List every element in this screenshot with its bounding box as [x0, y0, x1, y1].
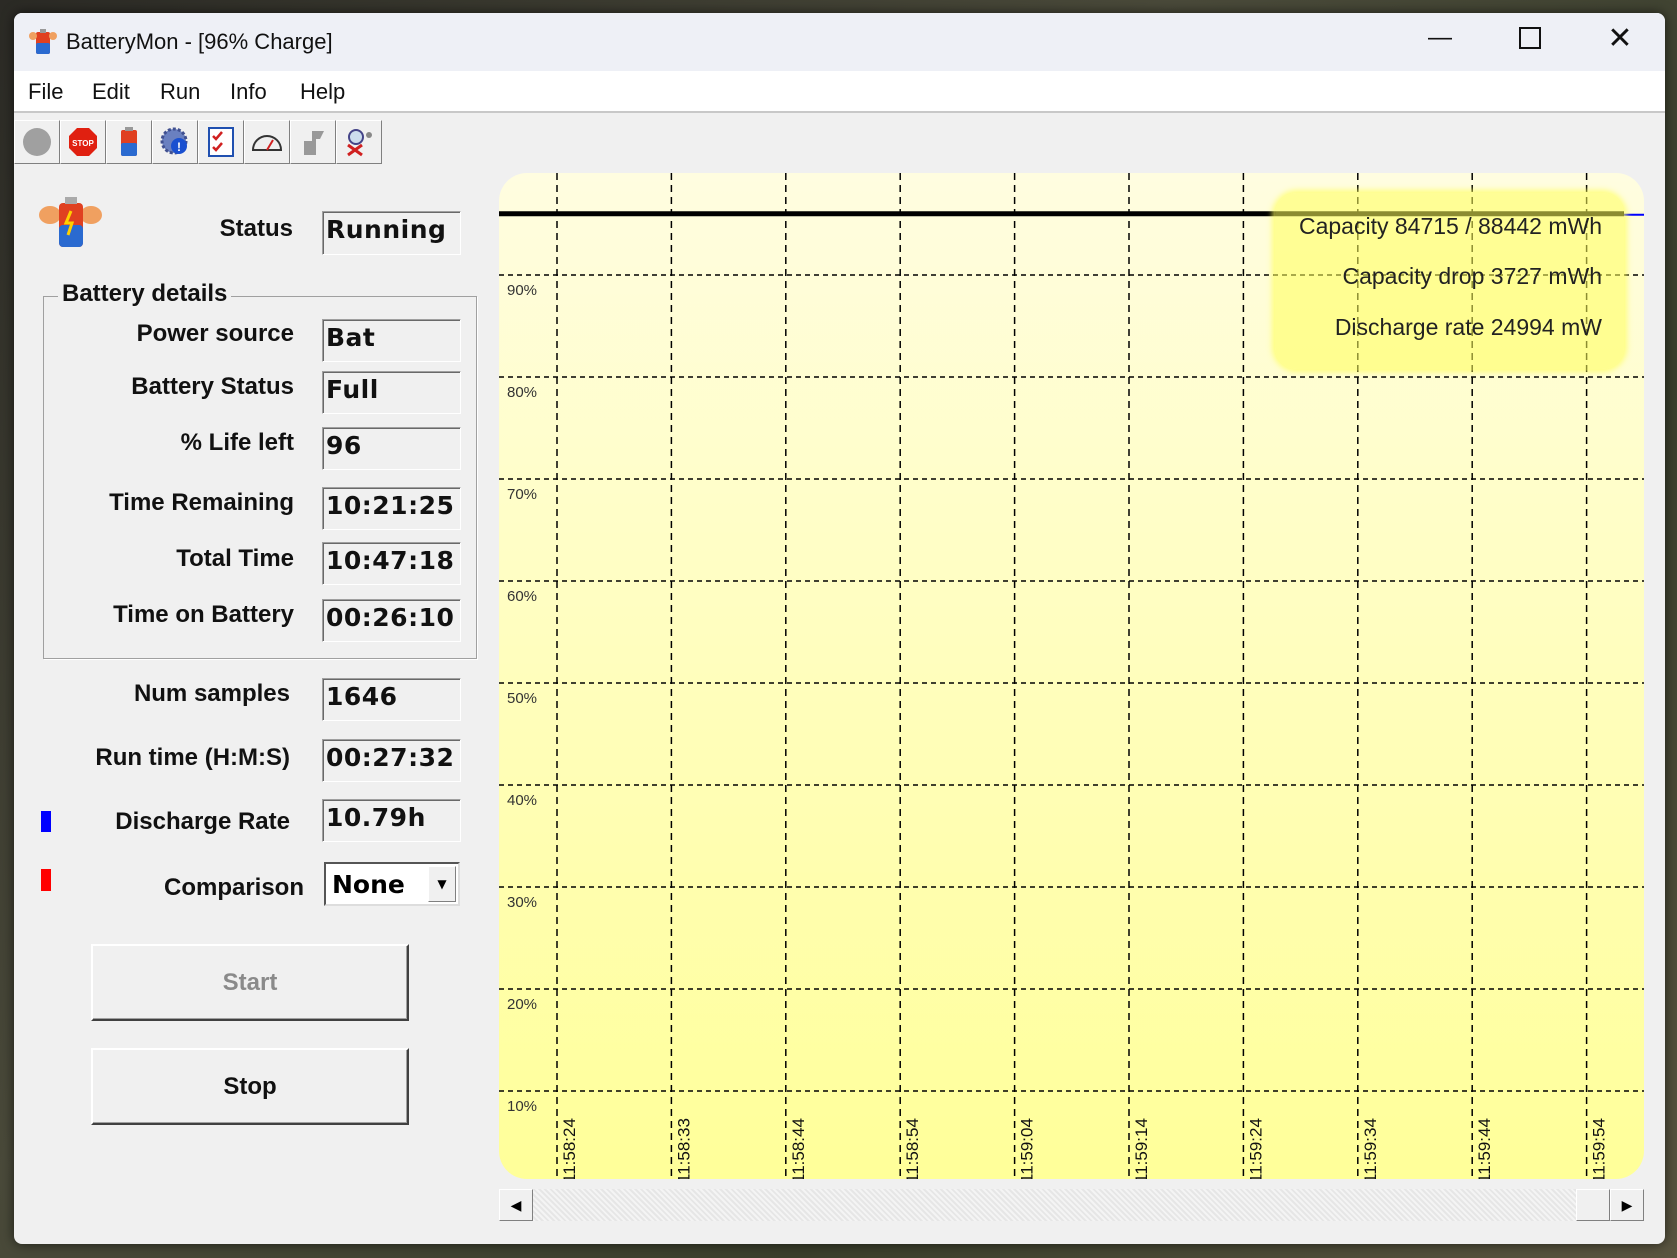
start-button[interactable]: Start	[91, 944, 409, 1021]
arrow-button[interactable]	[290, 120, 336, 164]
total-time-field: 10:47:18	[322, 542, 461, 585]
menu-file[interactable]: File	[28, 79, 63, 105]
maximize-button[interactable]	[1485, 13, 1575, 63]
y-tick-label: 70%	[507, 486, 537, 503]
title-bar: BatteryMon - [96% Charge] — ✕	[14, 13, 1665, 71]
stop-button[interactable]: Stop	[91, 1048, 409, 1125]
chart-horizontal-scrollbar[interactable]: ◀ ▶	[499, 1189, 1644, 1221]
comparison-dropdown[interactable]: None ▼	[324, 862, 460, 906]
x-tick-label: 11:59:04	[1018, 1118, 1037, 1179]
menu-bar: File Edit Run Info Help	[14, 71, 1665, 113]
battery-icon	[121, 127, 137, 156]
scroll-thumb[interactable]	[1576, 1189, 1610, 1221]
power-source-field: Bat	[322, 319, 461, 362]
comparison-label-wrap: Comparison Rate	[114, 871, 304, 904]
x-tick-label: 11:59:44	[1475, 1118, 1494, 1179]
run-time-field: 00:27:32	[322, 739, 461, 782]
comparison-value: None	[332, 870, 405, 899]
status-label: Status	[219, 215, 293, 242]
menu-edit[interactable]: Edit	[92, 79, 130, 105]
run-time-label: Run time (H:M:S)	[95, 744, 290, 771]
legend-capacity: Capacity 84715 / 88442 mWh	[1298, 213, 1602, 239]
battery-details-title: Battery details	[58, 280, 232, 308]
settings-info-button[interactable]: !	[152, 120, 198, 164]
battery-status-label: Battery Status	[131, 373, 294, 400]
x-tick-label: 11:59:14	[1132, 1118, 1151, 1179]
x-tick-label: 11:59:34	[1361, 1118, 1380, 1179]
legend-discharge-rate: Discharge rate 24994 mW	[1334, 314, 1602, 340]
window-title: BatteryMon - [96% Charge]	[66, 29, 333, 54]
y-tick-label: 50%	[507, 690, 537, 707]
gear-info-icon: !	[160, 127, 188, 155]
x-tick-label: 11:58:44	[789, 1118, 808, 1179]
num-samples-label: Num samples	[133, 680, 290, 707]
record-icon	[23, 128, 51, 156]
battery-search-icon	[347, 129, 372, 157]
batterymon-window: BatteryMon - [96% Charge] — ✕ File Edit …	[14, 13, 1665, 1244]
maximize-icon	[1519, 27, 1541, 49]
menu-run[interactable]: Run	[160, 79, 200, 105]
comparison-label: Comparison Rate	[163, 874, 304, 901]
power-source-label: Power source	[136, 320, 294, 347]
discharge-rate-marker	[41, 811, 51, 832]
menu-info[interactable]: Info	[230, 79, 267, 105]
y-tick-label: 20%	[507, 996, 537, 1013]
comparison-marker	[41, 869, 51, 891]
x-tick-label: 11:58:24	[560, 1118, 579, 1179]
y-tick-label: 80%	[507, 384, 537, 401]
battery-chart: 90% 80% 70% 60% 50% 40% 30% 20% 10% 11:58:24 11:58…	[499, 173, 1644, 1179]
app-battery-icon	[29, 29, 57, 54]
chevron-down-icon[interactable]: ▼	[428, 866, 456, 902]
x-tick-label: 11:59:54	[1590, 1118, 1609, 1179]
arrow-right-icon: ▶	[1621, 1196, 1633, 1213]
battery-status-field: Full	[322, 371, 461, 414]
battery-logo-icon	[39, 197, 102, 247]
scroll-left-button[interactable]: ◀	[499, 1189, 533, 1221]
num-samples-field: 1646	[322, 678, 461, 721]
y-tick-label: 60%	[507, 588, 537, 605]
time-on-battery-label: Time on Battery	[113, 601, 294, 628]
checklist-button[interactable]	[198, 120, 244, 164]
y-tick-label: 10%	[507, 1098, 537, 1115]
time-remaining-field: 10:21:25	[322, 487, 461, 530]
time-remaining-label: Time Remaining	[109, 489, 294, 516]
close-icon: ✕	[1607, 21, 1633, 55]
x-tick-label: 11:58:33	[674, 1118, 693, 1179]
y-tick-label: 30%	[507, 894, 537, 911]
discharge-rate-field: 10.79h	[322, 799, 461, 842]
life-left-label: % Life left	[180, 429, 294, 456]
arrow-icon	[304, 131, 324, 155]
svg-text:STOP: STOP	[72, 139, 94, 148]
gauge-button[interactable]	[244, 120, 290, 164]
total-time-label: Total Time	[176, 545, 294, 572]
y-tick-label: 90%	[507, 282, 537, 299]
y-tick-label: 40%	[507, 792, 537, 809]
stop-sign-icon: STOP	[69, 128, 97, 156]
legend-capacity-drop: Capacity drop 3727 mWh	[1342, 263, 1602, 289]
record-button[interactable]	[14, 120, 60, 164]
menu-help[interactable]: Help	[300, 79, 345, 105]
minimize-icon: —	[1428, 24, 1452, 51]
stop-toolbar-button[interactable]: STOP	[60, 120, 106, 164]
x-tick-label: 11:58:54	[903, 1118, 922, 1179]
close-button[interactable]: ✕	[1575, 13, 1665, 63]
status-field: Running	[322, 211, 461, 255]
gauge-icon	[251, 135, 283, 151]
x-tick-label: 11:59:24	[1246, 1118, 1265, 1179]
chart-legend: Capacity 84715 / 88442 mWh Capacity drop…	[1275, 193, 1624, 369]
time-on-battery-field: 00:26:10	[322, 599, 461, 642]
battery-toolbar-button[interactable]	[106, 120, 152, 164]
discharge-rate-label: Discharge Rate	[115, 808, 290, 835]
battery-search-button[interactable]	[336, 120, 382, 164]
arrow-left-icon: ◀	[510, 1196, 522, 1213]
scroll-right-button[interactable]: ▶	[1610, 1189, 1644, 1221]
svg-text:!: !	[177, 140, 181, 154]
minimize-button[interactable]: —	[1395, 13, 1485, 63]
life-left-field: 96	[322, 427, 461, 470]
checklist-icon	[208, 127, 234, 157]
